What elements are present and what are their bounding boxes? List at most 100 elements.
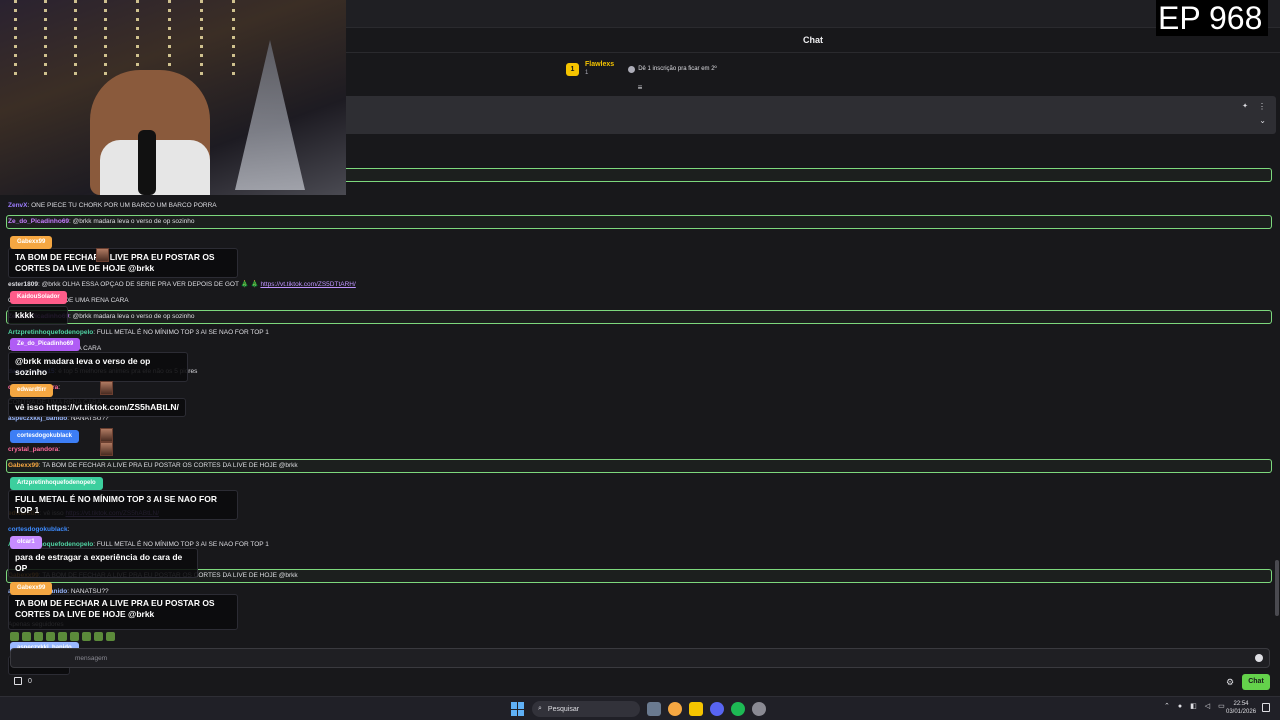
chevron-down-icon[interactable]: ⌄: [1259, 116, 1266, 125]
chat-text: : ONE PIECE TU CHORK POR UM BARCO UM BAR…: [27, 202, 217, 209]
chevron-up-icon[interactable]: ⌃: [1164, 702, 1170, 710]
clock-time: 22:54: [1233, 701, 1249, 707]
overlay-username-pill: edwardtirr: [10, 384, 54, 397]
emote-icon: [100, 381, 113, 395]
taskbar-search[interactable]: ⌕ Pesquisar: [532, 701, 640, 717]
overlay-username-pill: olcar1: [10, 536, 42, 549]
overlay-message-text: TA BOM DE FECHAR A LIVE PRA EU POSTAR OS…: [8, 594, 238, 630]
chat-username[interactable]: Ze_do_Picadinho69: [8, 218, 69, 225]
emote-icon: [100, 442, 113, 456]
emote-icon: [22, 632, 31, 641]
chat-message[interactable]: Gabexx99: TA BOM DE FECHAR A LIVE PRA EU…: [8, 461, 298, 470]
overlay-message-text: kkkk: [8, 306, 68, 325]
chat-header-title: Chat: [803, 35, 823, 45]
microphone: [138, 130, 156, 195]
points-value: 0: [28, 677, 32, 685]
chat-message[interactable]: Ze_do_Picadinho69: @brkk madara leva o v…: [8, 217, 195, 226]
task-view-icon[interactable]: [647, 702, 661, 716]
emote-icon: [70, 632, 79, 641]
notification-icon[interactable]: [1262, 703, 1270, 712]
chat-text: :: [58, 384, 61, 391]
channel-points[interactable]: 0: [14, 677, 32, 685]
chat-username[interactable]: crystal_pandora: [8, 446, 58, 453]
emote-strip: [10, 632, 115, 641]
kebab-menu-icon[interactable]: ⋮: [1258, 102, 1266, 111]
spotify-icon[interactable]: [731, 702, 745, 716]
highlighted-message-frame: [6, 310, 1272, 324]
string-light: [232, 0, 235, 80]
taskbar-clock[interactable]: 22:54 03/01/2026: [1226, 700, 1256, 716]
leaderboard-user: Flawlexs 1: [585, 61, 614, 77]
leaderboard-info-text: Dê 1 inscrição pra ficar em 2º: [638, 66, 717, 72]
chat-username[interactable]: Artzpretinhoquefodenopelo: [8, 329, 93, 336]
overlay-username-pill: Gabexx99: [10, 236, 53, 249]
highlighted-message-frame: [6, 215, 1272, 229]
info-icon: [628, 65, 636, 73]
overlay-message-text: para de estragar a experiência do cara d…: [8, 548, 198, 578]
taskbar-apps: ⌕ Pesquisar: [511, 701, 766, 717]
chat-message[interactable]: cortesdogokublack:: [8, 525, 69, 534]
file-explorer-icon[interactable]: [689, 702, 703, 716]
webcam-feed: [0, 0, 346, 195]
windows-start-icon[interactable]: [511, 702, 525, 716]
battery-icon[interactable]: ▭: [1218, 702, 1225, 710]
chat-text: : TA BOM DE FECHAR A LIVE PRA EU POSTAR …: [38, 462, 298, 469]
network-icon[interactable]: ◧: [1190, 702, 1197, 710]
chat-username[interactable]: Gabexx99: [8, 462, 39, 469]
pin-icon[interactable]: ✦: [1242, 102, 1248, 110]
rank-badge: 1: [566, 62, 579, 76]
string-light: [44, 0, 47, 80]
emote-icon: [94, 632, 103, 641]
chat-input[interactable]: mensagem: [10, 648, 1270, 668]
chat-username[interactable]: cortesdogokublack: [8, 526, 68, 533]
scrollbar-thumb[interactable]: [1275, 560, 1279, 616]
overlay-message-text: @brkk madara leva o verso de op sozinho: [8, 352, 188, 382]
episode-badge: EP 968: [1156, 0, 1268, 36]
emote-icon: [82, 632, 91, 641]
taskbar-search-label: Pesquisar: [547, 705, 580, 713]
overlay-username-pill: cortesdogokublack: [10, 430, 80, 443]
chat-message[interactable]: ZenvX: ONE PIECE TU CHORK POR UM BARCO U…: [8, 201, 217, 210]
string-light: [168, 0, 171, 80]
chat-username[interactable]: ester1809: [8, 281, 38, 288]
filter-icon[interactable]: ≡: [635, 84, 645, 92]
emote-icon: [100, 428, 113, 442]
overlay-username-pill: KaidouSolador: [10, 291, 67, 304]
app-icon[interactable]: [752, 702, 766, 716]
emote-icon: [96, 248, 109, 262]
chat-text: :: [58, 446, 61, 453]
chat-message[interactable]: ester1809: @brkk OLHA ESSA OPÇAO DE SERI…: [8, 280, 356, 289]
chat-text: :: [67, 526, 70, 533]
chat-text: : FULL METAL É NO MÍNIMO TOP 3 AI SE NAO…: [93, 541, 269, 548]
chat-message[interactable]: crystal_pandora:: [8, 445, 60, 454]
gear-icon[interactable]: ⚙: [1226, 677, 1234, 688]
leaderboard-user-name: Flawlexs: [585, 61, 615, 68]
christmas-tree: [235, 40, 305, 190]
leaderboard-user-count: 1: [585, 70, 589, 76]
chat-send-button[interactable]: Chat: [1242, 674, 1270, 690]
windows-taskbar: ⌕ Pesquisar ⌃ ● ◧ ◁ ▭ 22:54 03/01/2026: [0, 696, 1280, 720]
chat-username[interactable]: ZenvX: [8, 202, 28, 209]
overlay-message-text: TA BOM DE FECHAR A LIVE PRA EU POSTAR OS…: [8, 248, 238, 278]
overlay-message-text: vê isso https://vt.tiktok.com/ZS5hABtLN/: [8, 398, 186, 417]
points-icon: [14, 677, 22, 685]
search-icon: ⌕: [538, 705, 542, 712]
discord-icon[interactable]: [710, 702, 724, 716]
leaderboard-info: Dê 1 inscrição pra ficar em 2º: [628, 65, 717, 73]
emote-icon: [46, 632, 55, 641]
mic-icon[interactable]: ●: [1178, 703, 1182, 710]
volume-icon[interactable]: ◁: [1205, 702, 1210, 710]
string-light: [136, 0, 139, 80]
clock-date: 03/01/2026: [1226, 709, 1257, 715]
emoji-icon[interactable]: [1255, 654, 1263, 662]
system-tray: ⌃ ● ◧ ◁ ▭: [1164, 702, 1225, 711]
chat-text: : @brkk madara leva o verso de op sozinh…: [69, 218, 195, 225]
overlay-message-text: FULL METAL É NO MÍNIMO TOP 3 AI SE NAO F…: [8, 490, 238, 520]
chat-message[interactable]: Artzpretinhoquefodenopelo: FULL METAL É …: [8, 328, 269, 337]
chrome-icon[interactable]: [668, 702, 682, 716]
chat-link[interactable]: https://vt.tiktok.com/ZS5DTtARH/: [260, 281, 355, 288]
leaderboard[interactable]: 1 Flawlexs 1 Dê 1 inscrição pra ficar em…: [566, 58, 717, 80]
string-light: [74, 0, 77, 80]
string-light: [14, 0, 17, 80]
string-light: [104, 0, 107, 80]
